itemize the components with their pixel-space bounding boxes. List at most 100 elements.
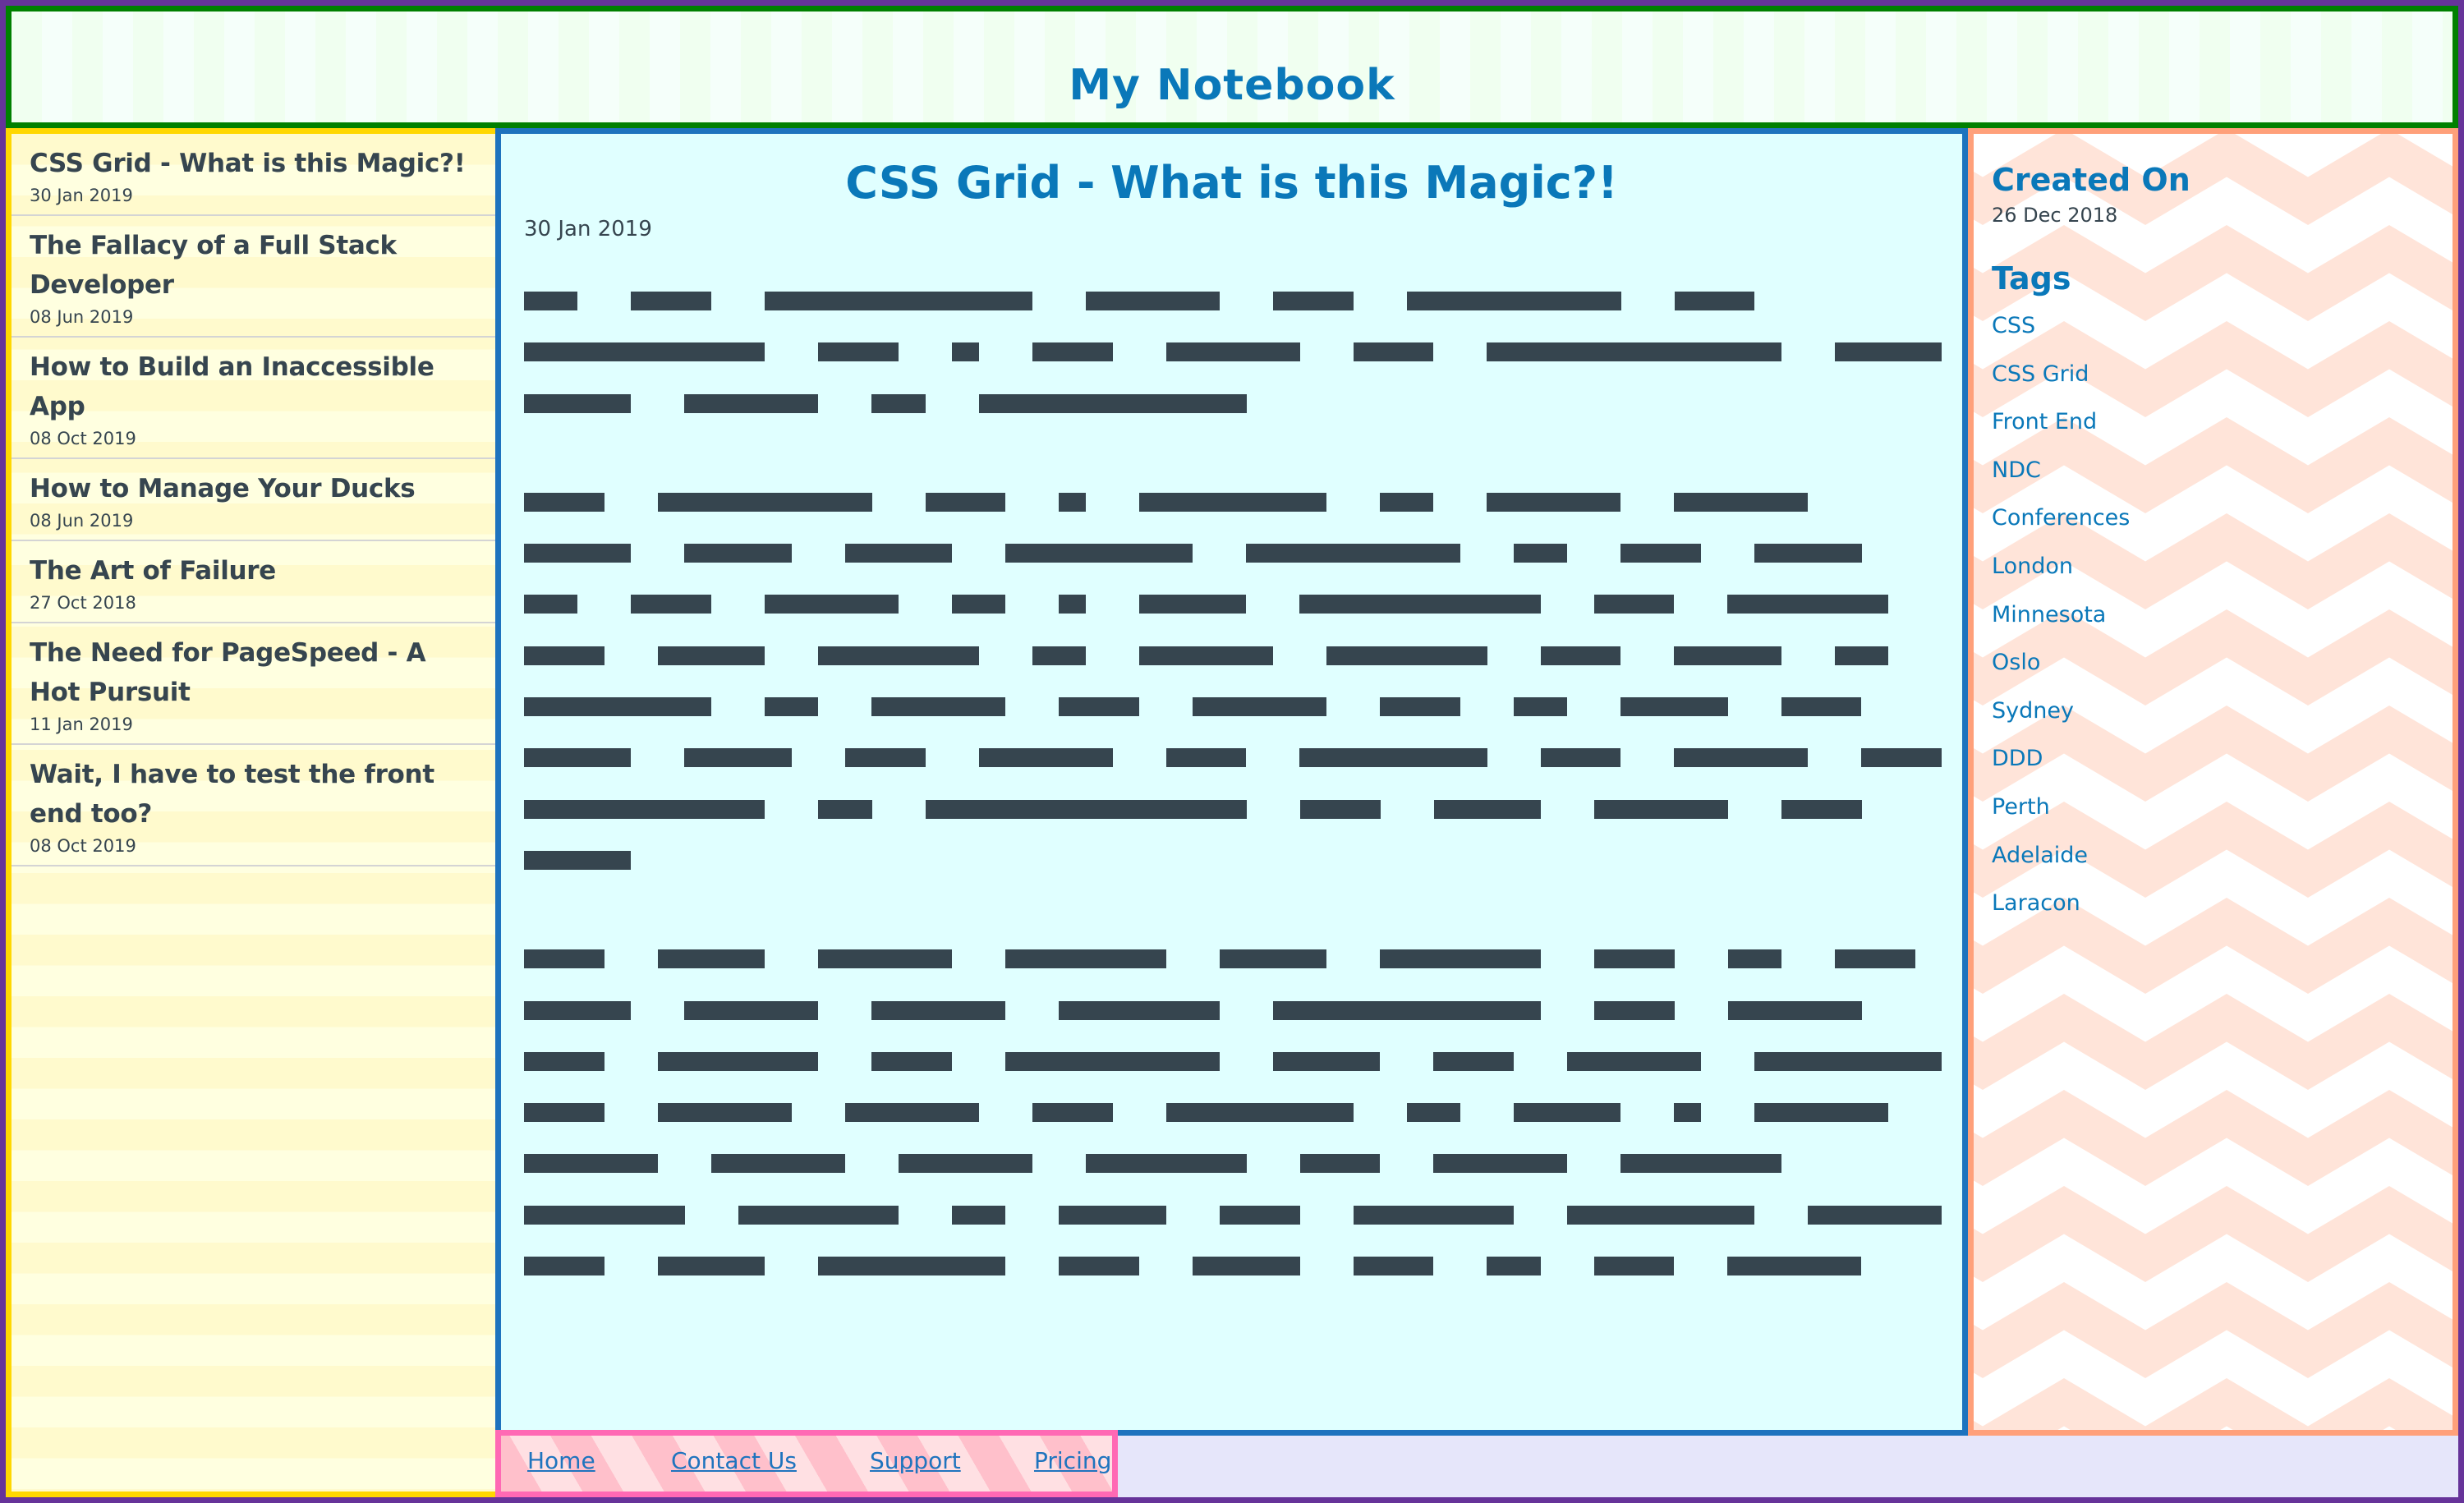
redacted-word bbox=[657, 1051, 819, 1071]
redacted-word bbox=[1059, 1000, 1220, 1020]
redacted-word bbox=[1299, 748, 1487, 768]
footer-link-pricing[interactable]: Pricing bbox=[1034, 1447, 1111, 1474]
redacted-word bbox=[765, 697, 819, 717]
redacted-word bbox=[684, 748, 792, 768]
redacted-word bbox=[1059, 1205, 1166, 1225]
redacted-word bbox=[524, 595, 578, 614]
redacted-word bbox=[1808, 1205, 1942, 1225]
tag-item: DDD bbox=[1992, 736, 2434, 784]
redacted-word bbox=[1674, 1103, 1701, 1123]
redacted-word bbox=[1139, 646, 1273, 665]
redacted-line bbox=[524, 646, 1962, 697]
post-list-item[interactable]: The Fallacy of a Full Stack Developer 08… bbox=[11, 216, 495, 338]
tag-link[interactable]: Front End bbox=[1992, 409, 2097, 434]
tag-link[interactable]: Conferences bbox=[1992, 505, 2130, 531]
redacted-word bbox=[524, 1205, 685, 1225]
tag-link[interactable]: Laracon bbox=[1992, 890, 2080, 916]
site-footer: Home Contact Us Support Pricing bbox=[495, 1430, 1118, 1497]
redacted-paragraph bbox=[524, 292, 1962, 445]
post-title[interactable]: Wait, I have to test the front end too? bbox=[30, 755, 477, 834]
redacted-word bbox=[1059, 492, 1086, 512]
redacted-word bbox=[524, 292, 578, 310]
redacted-word bbox=[1620, 697, 1728, 717]
redacted-word bbox=[1273, 292, 1354, 310]
redacted-word bbox=[684, 544, 792, 563]
footer-link-contact-us[interactable]: Contact Us bbox=[671, 1447, 870, 1474]
redacted-word bbox=[1540, 646, 1621, 665]
post-date: 27 Oct 2018 bbox=[30, 593, 136, 613]
redacted-word bbox=[1406, 1103, 1460, 1123]
redacted-word bbox=[524, 799, 765, 819]
post-title[interactable]: How to Build an Inaccessible App bbox=[30, 347, 477, 426]
tag-link[interactable]: CSS bbox=[1992, 313, 2035, 338]
redacted-line bbox=[524, 544, 1962, 595]
tag-link[interactable]: CSS Grid bbox=[1992, 361, 2089, 387]
redacted-word bbox=[899, 1154, 1032, 1174]
tag-link[interactable]: Sydney bbox=[1992, 698, 2074, 724]
redacted-word bbox=[1380, 697, 1460, 717]
redacted-word bbox=[1593, 949, 1675, 969]
post-list-item[interactable]: Wait, I have to test the front end too? … bbox=[11, 745, 495, 866]
tag-link[interactable]: Minnesota bbox=[1992, 602, 2106, 627]
post-list-item[interactable]: The Art of Failure 27 Oct 2018 bbox=[11, 541, 495, 623]
redacted-word bbox=[524, 850, 632, 870]
redacted-word bbox=[1032, 1103, 1113, 1123]
redacted-word bbox=[1406, 292, 1621, 310]
post-list-item[interactable]: How to Build an Inaccessible App 08 Oct … bbox=[11, 338, 495, 459]
meta-aside: Created On 26 Dec 2018 Tags CSS CSS Grid… bbox=[1968, 128, 2458, 1436]
redacted-word bbox=[1353, 1205, 1515, 1225]
tag-item: CSS Grid bbox=[1992, 352, 2434, 400]
tag-link[interactable]: Adelaide bbox=[1992, 843, 2088, 868]
post-list-item[interactable]: CSS Grid - What is this Magic?! 30 Jan 2… bbox=[11, 134, 495, 216]
redacted-word bbox=[1567, 1205, 1755, 1225]
redacted-word bbox=[818, 1257, 1006, 1276]
redacted-line bbox=[524, 850, 1962, 902]
redacted-word bbox=[524, 1000, 632, 1020]
redacted-word bbox=[1086, 1154, 1247, 1174]
tag-item: CSS bbox=[1992, 303, 2434, 352]
post-list-item[interactable]: How to Manage Your Ducks 08 Jun 2019 bbox=[11, 459, 495, 541]
post-title[interactable]: The Need for PageSpeed - A Hot Pursuit bbox=[30, 633, 477, 712]
redacted-word bbox=[844, 1103, 979, 1123]
tag-link[interactable]: London bbox=[1992, 554, 2073, 579]
redacted-word bbox=[1380, 492, 1434, 512]
post-title[interactable]: CSS Grid - What is this Magic?! bbox=[30, 144, 477, 183]
redacted-word bbox=[1246, 544, 1461, 563]
redacted-word bbox=[1433, 1051, 1515, 1071]
tag-link[interactable]: DDD bbox=[1992, 746, 2043, 771]
redacted-word bbox=[711, 1154, 845, 1174]
redacted-word bbox=[1727, 949, 1781, 969]
redacted-word bbox=[1487, 492, 1621, 512]
redacted-word bbox=[1834, 646, 1888, 665]
redacted-word bbox=[1727, 1257, 1862, 1276]
redacted-word bbox=[952, 1205, 1006, 1225]
post-title[interactable]: The Fallacy of a Full Stack Developer bbox=[30, 226, 477, 305]
redacted-word bbox=[978, 393, 1247, 413]
redacted-word bbox=[1059, 697, 1140, 717]
redacted-word bbox=[952, 342, 979, 362]
footer-link-support[interactable]: Support bbox=[870, 1447, 1034, 1474]
redacted-word bbox=[1138, 595, 1247, 614]
tag-link[interactable]: Perth bbox=[1992, 794, 2050, 820]
tag-link[interactable]: NDC bbox=[1992, 457, 2041, 483]
tag-link[interactable]: Oslo bbox=[1992, 650, 2040, 675]
redacted-word bbox=[925, 492, 1006, 512]
redacted-word bbox=[1674, 748, 1809, 768]
redacted-word bbox=[871, 697, 1006, 717]
post-sidebar: CSS Grid - What is this Magic?! 30 Jan 2… bbox=[6, 128, 501, 1497]
footer-link-home[interactable]: Home bbox=[527, 1447, 671, 1474]
redacted-word bbox=[818, 646, 979, 665]
redacted-line bbox=[524, 492, 1962, 544]
redacted-word bbox=[1781, 799, 1862, 819]
post-title[interactable]: The Art of Failure bbox=[30, 551, 477, 591]
redacted-word bbox=[1781, 697, 1862, 717]
post-list-item[interactable]: The Need for PageSpeed - A Hot Pursuit 1… bbox=[11, 623, 495, 745]
redacted-word bbox=[1593, 1257, 1675, 1276]
redacted-line bbox=[524, 1051, 1962, 1103]
redacted-word bbox=[1005, 544, 1193, 563]
post-title[interactable]: How to Manage Your Ducks bbox=[30, 469, 477, 508]
redacted-word bbox=[1299, 595, 1541, 614]
redacted-word bbox=[1193, 697, 1327, 717]
redacted-word bbox=[1219, 949, 1327, 969]
redacted-word bbox=[524, 1103, 605, 1123]
